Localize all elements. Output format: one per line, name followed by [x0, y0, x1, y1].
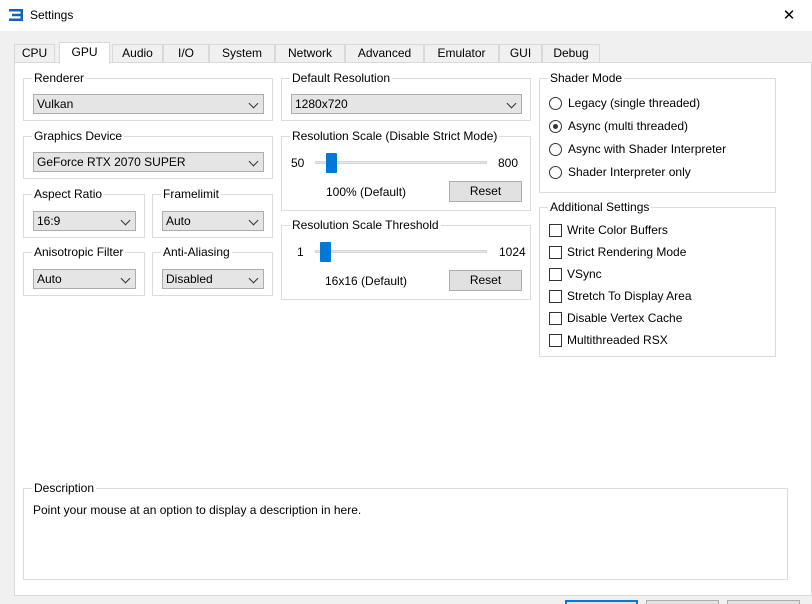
- shader-mode-radio-interpreter-only[interactable]: [549, 166, 562, 179]
- chevron-down-icon: [120, 215, 131, 226]
- chevron-down-icon: [248, 273, 259, 284]
- resolution-scale-current: 100% (Default): [326, 185, 407, 199]
- shader-mode-radio-async-interpreter[interactable]: [549, 143, 562, 156]
- resolution-scale-slider[interactable]: [326, 153, 338, 173]
- graphics-device-group: Graphics Device GeForce RTX 2070 SUPER: [23, 128, 273, 179]
- disable-vertex-cache-checkbox[interactable]: [549, 312, 562, 325]
- aspect-ratio-group: Aspect Ratio 16:9: [23, 186, 145, 238]
- anti-aliasing-title: Anti-Aliasing: [161, 244, 232, 260]
- multithreaded-rsx-checkbox[interactable]: [549, 334, 562, 347]
- additional-settings-group: Additional Settings Write Color Buffers …: [539, 199, 776, 357]
- additional-settings-title: Additional Settings: [548, 199, 652, 215]
- resolution-threshold-reset-button[interactable]: Reset: [449, 270, 522, 291]
- tab-io[interactable]: I/O: [163, 44, 209, 63]
- vsync-label: VSync: [567, 267, 602, 281]
- resolution-scale-group: Resolution Scale (Disable Strict Mode) 5…: [281, 128, 531, 211]
- tab-cpu[interactable]: CPU: [14, 44, 55, 63]
- tab-advanced[interactable]: Advanced: [345, 44, 424, 63]
- renderer-title: Renderer: [32, 70, 87, 86]
- framelimit-value: Auto: [166, 214, 191, 228]
- default-resolution-group: Default Resolution 1280x720: [281, 70, 531, 121]
- resolution-scale-reset-button[interactable]: Reset: [449, 181, 522, 202]
- renderer-group: Renderer Vulkan: [23, 70, 273, 121]
- disable-vertex-cache-label: Disable Vertex Cache: [567, 311, 683, 325]
- write-color-buffers-label: Write Color Buffers: [567, 223, 668, 237]
- shader-mode-radio-async[interactable]: [549, 120, 562, 133]
- chevron-down-icon: [248, 98, 259, 109]
- default-resolution-select[interactable]: 1280x720: [291, 94, 522, 114]
- close-icon[interactable]: ✕: [766, 0, 812, 31]
- tab-emulator[interactable]: Emulator: [424, 44, 499, 63]
- resolution-scale-max: 800: [498, 156, 519, 170]
- tab-debug[interactable]: Debug: [542, 44, 600, 63]
- resolution-threshold-track: [315, 250, 487, 253]
- apply-button[interactable]: [727, 600, 800, 604]
- shader-mode-label-interpreter-only: Shader Interpreter only: [568, 165, 691, 179]
- graphics-device-select[interactable]: GeForce RTX 2070 SUPER: [33, 152, 264, 172]
- resolution-threshold-current: 16x16 (Default): [325, 274, 408, 288]
- renderer-value: Vulkan: [37, 97, 74, 111]
- tab-gpu[interactable]: GPU: [59, 42, 110, 64]
- anisotropic-filter-group: Anisotropic Filter Auto: [23, 244, 145, 296]
- resolution-scale-min: 50: [291, 156, 305, 170]
- strict-rendering-mode-label: Strict Rendering Mode: [567, 245, 687, 259]
- resolution-threshold-max: 1024: [499, 245, 526, 259]
- resolution-threshold-min: 1: [297, 245, 304, 259]
- stretch-to-display-area-label: Stretch To Display Area: [567, 289, 692, 303]
- framelimit-title: Framelimit: [161, 186, 221, 202]
- shader-mode-label-async-interpreter: Async with Shader Interpreter: [568, 142, 727, 156]
- default-resolution-title: Default Resolution: [290, 70, 393, 86]
- chevron-down-icon: [248, 156, 259, 167]
- tab-network[interactable]: Network: [275, 44, 345, 63]
- description-text: Point your mouse at an option to display…: [33, 503, 362, 517]
- shader-mode-title: Shader Mode: [548, 70, 625, 86]
- anti-aliasing-select[interactable]: Disabled: [162, 269, 264, 289]
- tab-audio[interactable]: Audio: [112, 44, 163, 63]
- anisotropic-filter-select[interactable]: Auto: [33, 269, 136, 289]
- resolution-scale-title: Resolution Scale (Disable Strict Mode): [290, 128, 500, 144]
- resolution-threshold-slider[interactable]: [319, 242, 331, 262]
- save-button[interactable]: [565, 600, 638, 604]
- aspect-ratio-value: 16:9: [37, 214, 61, 228]
- stretch-to-display-area-checkbox[interactable]: [549, 290, 562, 303]
- aspect-ratio-select[interactable]: 16:9: [33, 211, 136, 231]
- anti-aliasing-group: Anti-Aliasing Disabled: [152, 244, 273, 296]
- tab-gui[interactable]: GUI: [499, 44, 542, 63]
- graphics-device-value: GeForce RTX 2070 SUPER: [37, 155, 186, 169]
- graphics-device-title: Graphics Device: [32, 128, 125, 144]
- renderer-select[interactable]: Vulkan: [33, 94, 264, 114]
- write-color-buffers-checkbox[interactable]: [549, 224, 562, 237]
- title-bar: Settings ✕: [0, 0, 812, 31]
- resolution-scale-threshold-title: Resolution Scale Threshold: [290, 217, 441, 233]
- anisotropic-filter-title: Anisotropic Filter: [32, 244, 126, 260]
- strict-rendering-mode-checkbox[interactable]: [549, 246, 562, 259]
- chevron-down-icon: [120, 273, 131, 284]
- anisotropic-filter-value: Auto: [37, 272, 62, 286]
- app-icon: [9, 9, 23, 21]
- shader-mode-radio-legacy[interactable]: [549, 97, 562, 110]
- resolution-scale-threshold-group: Resolution Scale Threshold 1 1024 16x16 …: [281, 217, 531, 300]
- description-title: Description: [32, 480, 97, 496]
- aspect-ratio-title: Aspect Ratio: [32, 186, 105, 202]
- shader-mode-label-async: Async (multi threaded): [568, 119, 689, 133]
- window-title: Settings: [30, 8, 74, 22]
- description-group: Description Point your mouse at an optio…: [23, 480, 788, 580]
- framelimit-select[interactable]: Auto: [162, 211, 264, 231]
- multithreaded-rsx-label: Multithreaded RSX: [567, 333, 668, 347]
- framelimit-group: Framelimit Auto: [152, 186, 273, 238]
- resolution-scale-track: [315, 161, 487, 164]
- vsync-checkbox[interactable]: [549, 268, 562, 281]
- shader-mode-label-legacy: Legacy (single threaded): [568, 96, 701, 110]
- default-resolution-value: 1280x720: [295, 97, 348, 111]
- tab-system[interactable]: System: [209, 44, 275, 63]
- close-button[interactable]: [646, 600, 719, 604]
- anti-aliasing-value: Disabled: [166, 272, 213, 286]
- chevron-down-icon: [248, 215, 259, 226]
- chevron-down-icon: [506, 98, 517, 109]
- shader-mode-group: Shader Mode Legacy (single threaded) Asy…: [539, 70, 776, 193]
